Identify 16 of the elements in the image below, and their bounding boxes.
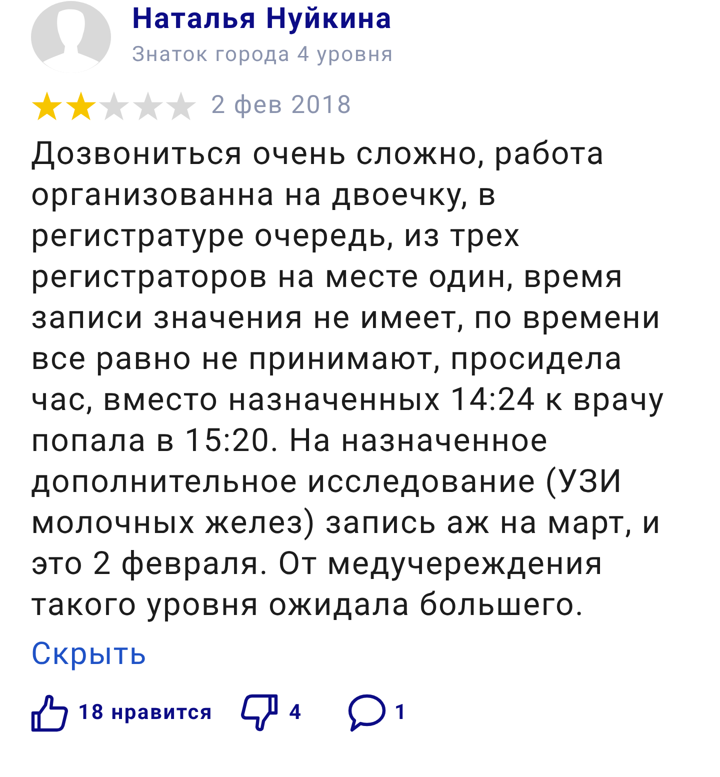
review-date: 2 фев 2018 <box>211 91 352 121</box>
star-icon <box>98 91 130 121</box>
star-icon <box>132 91 164 121</box>
comment-icon <box>348 694 386 732</box>
author-name[interactable]: Наталья Нуйкина <box>132 3 394 35</box>
thumbs-down-icon <box>240 694 278 732</box>
star-icon <box>165 91 197 121</box>
dislike-button[interactable]: 4 <box>240 694 302 732</box>
star-icon <box>31 91 63 121</box>
comment-button[interactable]: 1 <box>348 694 408 732</box>
star-icon <box>64 91 96 121</box>
like-button[interactable]: 18 нравится <box>31 694 214 732</box>
collapse-link[interactable]: Скрыть <box>31 636 148 672</box>
thumbs-up-icon <box>31 694 69 732</box>
author-level: Знаток города 4 уровня <box>132 42 394 69</box>
review-text: Дозвониться очень сложно, работа организованна на двоечку, в регистратуре очередь, из трех регистраторов на месте один, время записи значения не имеет, по времени все равно не принимают, просидела час, вместо назначенных 14:24 к врачу попала в 15:20. На назначенное дополнительное исследование (УЗИ молочных желез) запись аж на март, и это 2 февраля. От медучереждения такого уровня ожидала большего. <box>31 133 665 625</box>
